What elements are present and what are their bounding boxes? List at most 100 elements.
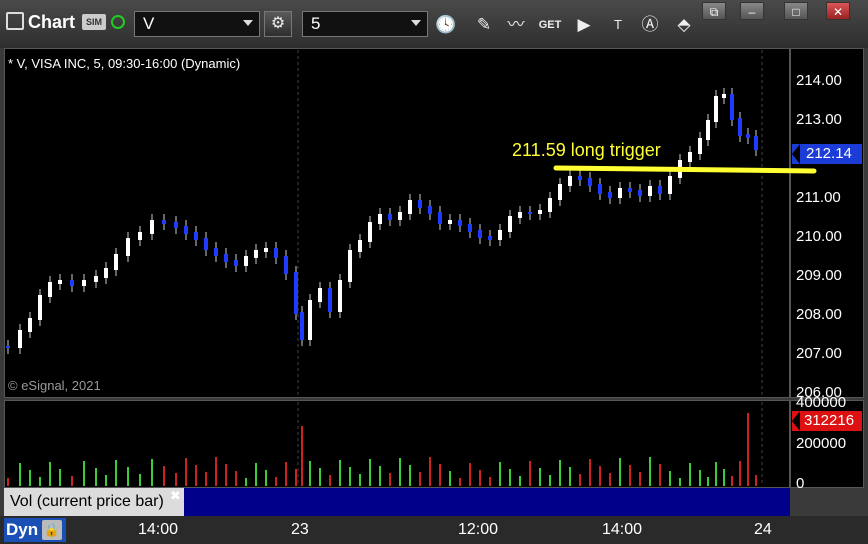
candle xyxy=(498,230,502,240)
candle xyxy=(588,178,592,186)
volume-bar xyxy=(319,468,321,486)
lock-icon[interactable]: 🔒 xyxy=(42,520,62,540)
volume-bar xyxy=(731,476,733,486)
candle xyxy=(184,226,188,234)
candle xyxy=(488,236,492,240)
candle xyxy=(418,200,422,208)
candle xyxy=(722,94,726,98)
candle xyxy=(358,240,362,252)
candle xyxy=(478,230,482,238)
candle xyxy=(548,198,552,212)
candle xyxy=(368,222,372,242)
candle xyxy=(294,272,298,314)
gridlines xyxy=(297,50,763,486)
candle xyxy=(738,118,742,136)
price-tick: 207.00 xyxy=(796,345,842,362)
candle xyxy=(70,280,74,286)
candle xyxy=(698,138,702,154)
copyright: © eSignal, 2021 xyxy=(8,378,101,393)
volume-bar xyxy=(755,475,757,486)
candle xyxy=(114,254,118,270)
volume-bar xyxy=(359,474,361,486)
candle xyxy=(730,94,734,120)
chart-info: * V, VISA INC, 5, 09:30-16:00 (Dynamic) xyxy=(8,56,241,71)
candle xyxy=(528,212,532,214)
candle xyxy=(328,288,332,312)
last-volume-badge: 312216 xyxy=(792,411,862,431)
volume-bar xyxy=(83,461,85,486)
volume-bar xyxy=(255,463,257,486)
volume-bar xyxy=(309,461,311,486)
volume-bar xyxy=(679,478,681,486)
volume-bar xyxy=(329,475,331,486)
candle xyxy=(308,300,312,340)
volume-bar xyxy=(579,474,581,486)
volume-bar xyxy=(235,471,237,486)
candle xyxy=(398,212,402,220)
candle xyxy=(104,268,108,278)
close-study-icon[interactable]: ✖ xyxy=(170,488,181,504)
volume-bar xyxy=(689,463,691,486)
candle xyxy=(338,280,342,312)
candle xyxy=(48,282,52,297)
volume-bar xyxy=(389,473,391,486)
volume-bar xyxy=(301,426,303,486)
volume-study-label[interactable]: Vol (current price bar) xyxy=(4,488,184,516)
candle xyxy=(28,318,32,332)
volume-bar xyxy=(629,465,631,486)
volume-bar xyxy=(19,463,21,486)
volume-bar xyxy=(95,468,97,486)
candle xyxy=(598,184,602,194)
volume-bar xyxy=(723,469,725,486)
candle xyxy=(284,256,288,274)
volume-bar xyxy=(529,461,531,486)
volume-bar xyxy=(205,472,207,486)
volume-bar xyxy=(459,478,461,486)
volume-bar xyxy=(339,460,341,486)
volume-bar xyxy=(275,477,277,486)
candle xyxy=(568,176,572,186)
candle xyxy=(428,206,432,214)
volume-bar xyxy=(509,469,511,486)
chart-graphics xyxy=(6,50,817,486)
candle xyxy=(264,248,268,252)
volume-bar xyxy=(599,466,601,486)
volume-bar xyxy=(409,465,411,486)
volume-bar xyxy=(715,462,717,486)
time-axis[interactable] xyxy=(0,516,868,544)
candle xyxy=(348,250,352,282)
candle xyxy=(638,190,642,196)
volume-bar xyxy=(105,475,107,486)
candle xyxy=(388,214,392,220)
volume-bar xyxy=(569,467,571,486)
candle xyxy=(754,136,758,150)
candle xyxy=(234,260,238,266)
candle xyxy=(194,232,198,240)
candle xyxy=(94,276,98,282)
volume-tick: 200000 xyxy=(796,435,847,452)
price-tick: 210.00 xyxy=(796,228,842,245)
volume-bar xyxy=(439,464,441,486)
candle xyxy=(508,216,512,232)
candle xyxy=(274,248,278,258)
candle xyxy=(448,220,452,224)
candle xyxy=(648,186,652,196)
trigger-annotation[interactable]: 211.59 long trigger xyxy=(512,140,661,161)
volume-bar xyxy=(139,474,141,486)
volume-bar xyxy=(699,470,701,486)
volume-bar xyxy=(59,469,61,486)
volume-bar xyxy=(549,475,551,486)
volume-bar xyxy=(245,478,247,486)
volume-bar xyxy=(127,467,129,486)
volume-bar xyxy=(195,465,197,486)
candle xyxy=(204,238,208,250)
volume-bar xyxy=(225,464,227,486)
volume-bar xyxy=(489,477,491,486)
volume-bar xyxy=(449,471,451,486)
price-tick: 211.00 xyxy=(796,189,841,206)
candle xyxy=(618,188,622,198)
candle xyxy=(468,224,472,232)
volume-bar xyxy=(419,472,421,486)
volume-bar xyxy=(707,477,709,486)
candle xyxy=(224,254,228,262)
